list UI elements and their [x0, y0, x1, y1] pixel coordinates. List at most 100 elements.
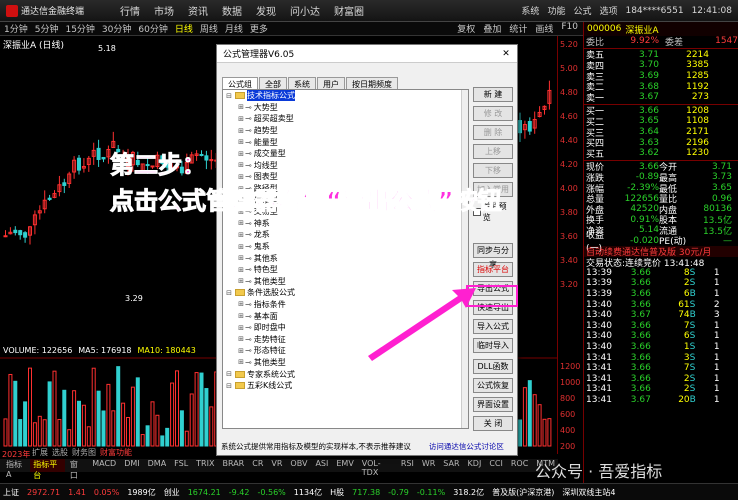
modify-button[interactable]: 修 改	[473, 106, 513, 121]
expand-icon[interactable]: ⊞	[237, 335, 245, 343]
expand-icon[interactable]: ⊟	[225, 382, 233, 390]
menu-item[interactable]: 资讯	[188, 3, 208, 18]
indicator-tab[interactable]: CCI	[486, 459, 506, 472]
expand-icon[interactable]: ⊞	[237, 358, 245, 366]
indicator-tab[interactable]: VR	[268, 459, 285, 472]
indicator-tab[interactable]: SAR	[440, 459, 462, 472]
expand-icon[interactable]: ⊞	[237, 277, 245, 285]
expand-icon[interactable]: ⊞	[237, 173, 245, 181]
indicator-tab[interactable]: CR	[249, 459, 266, 472]
expand-icon[interactable]: ⊞	[237, 243, 245, 251]
forum-link[interactable]: 访问通达信公式讨论区	[429, 441, 504, 452]
close-button[interactable]: 关 闭	[473, 416, 513, 431]
right-menu-item[interactable]: 系统	[521, 4, 539, 17]
period-tab[interactable]: 日线	[175, 22, 193, 35]
sync-share-button[interactable]: 同步与分享	[473, 243, 513, 269]
tree-node[interactable]: ⊞ ⊸ 指标条件	[223, 299, 468, 311]
indicator-tab[interactable]: 指标平台	[30, 459, 65, 480]
right-menu-item[interactable]: 选项	[599, 4, 617, 17]
tool-button[interactable]: 统计	[509, 22, 527, 35]
right-menu-item[interactable]: 功能	[547, 4, 565, 17]
period-tab[interactable]: 周线	[200, 22, 218, 35]
expand-icon[interactable]: ⊞	[237, 103, 245, 111]
menu-item[interactable]: 行情	[120, 3, 140, 18]
sub-tab[interactable]: 财务图	[72, 447, 96, 459]
expand-icon[interactable]: ⊟	[225, 92, 233, 100]
expand-icon[interactable]: ⊞	[237, 266, 245, 274]
indicator-tab[interactable]: DMI	[121, 459, 142, 472]
tree-node[interactable]: ⊞ ⊸ 超买超卖型	[223, 113, 468, 125]
tool-button[interactable]: F10	[561, 22, 578, 35]
expand-icon[interactable]: ⊞	[237, 127, 245, 135]
indicator-tab[interactable]: FSL	[171, 459, 191, 472]
tool-button[interactable]: 画线	[535, 22, 553, 35]
expand-icon[interactable]: ⊞	[237, 219, 245, 227]
expand-icon[interactable]: ⊞	[237, 300, 245, 308]
indicator-tab[interactable]: MACD	[89, 459, 119, 472]
sub-tab[interactable]: 选股	[52, 447, 68, 459]
tool-button[interactable]: 复权	[457, 22, 475, 35]
tree-node[interactable]: ⊞ ⊸ 鬼系	[223, 241, 468, 253]
indicator-platform-button[interactable]: 指标平台	[473, 262, 513, 277]
expand-icon[interactable]: ⊞	[237, 254, 245, 262]
restore-formula-button[interactable]: 公式恢复	[473, 378, 513, 393]
tree-node[interactable]: ⊞ ⊸ 其他类型	[223, 357, 468, 369]
period-tab[interactable]: 月线	[225, 22, 243, 35]
tree-node[interactable]: ⊞ ⊸ 均线型	[223, 160, 468, 172]
ui-settings-button[interactable]: 界面设置	[473, 397, 513, 412]
expand-icon[interactable]: ⊞	[237, 161, 245, 169]
sub-tab[interactable]: 扩展	[32, 447, 48, 459]
tree-node[interactable]: ⊞ ⊸ 即时盘中	[223, 322, 468, 334]
indicator-tab[interactable]: TRIX	[193, 459, 217, 472]
indicator-tab[interactable]: EMV	[333, 459, 356, 472]
expand-icon[interactable]: ⊟	[225, 289, 233, 297]
expand-icon[interactable]: ⊞	[237, 138, 245, 146]
dll-function-button[interactable]: DLL函数	[473, 359, 513, 374]
tree-node[interactable]: ⊞ ⊸ 其他系	[223, 252, 468, 264]
menu-item[interactable]: 发现	[256, 3, 276, 18]
tree-node[interactable]: ⊞ ⊸ 其他类型	[223, 276, 468, 288]
tree-node[interactable]: ⊞ ⊸ 龙系	[223, 229, 468, 241]
tree-scrollbar[interactable]	[461, 90, 468, 428]
tree-node[interactable]: ⊞ ⊸ 神系	[223, 218, 468, 230]
indicator-tab[interactable]: RSI	[398, 459, 417, 472]
temp-import-button[interactable]: 临时导入	[473, 338, 513, 353]
import-formula-button[interactable]: 导入公式	[473, 319, 513, 334]
tree-node[interactable]: ⊟ 五彩K线公式	[223, 380, 468, 392]
move-up-button[interactable]: 上移	[473, 144, 513, 159]
period-tab[interactable]: 15分钟	[65, 22, 94, 35]
expand-icon[interactable]: ⊞	[237, 312, 245, 320]
tree-node[interactable]: ⊞ ⊸ 特色型	[223, 264, 468, 276]
expand-icon[interactable]: ⊞	[237, 347, 245, 355]
indicator-tab[interactable]: BRAR	[219, 459, 247, 472]
expand-icon[interactable]: ⊞	[237, 115, 245, 123]
period-tab[interactable]: 60分钟	[138, 22, 167, 35]
period-tab[interactable]: 1分钟	[4, 22, 28, 35]
indicator-tab[interactable]: 指标A	[3, 459, 28, 479]
expand-icon[interactable]: ⊟	[225, 370, 233, 378]
indicator-tab[interactable]: ASI	[312, 459, 331, 472]
expand-icon[interactable]: ⊞	[237, 231, 245, 239]
period-tab[interactable]: 30分钟	[102, 22, 131, 35]
tool-button[interactable]: 叠加	[483, 22, 501, 35]
tree-node[interactable]: ⊞ ⊸ 基本面	[223, 310, 468, 322]
menu-item[interactable]: 问小达	[290, 3, 320, 18]
indicator-tab[interactable]: DMA	[145, 459, 170, 472]
tree-node[interactable]: ⊟ 专家系统公式	[223, 368, 468, 380]
right-menu-item[interactable]: 公式	[573, 4, 591, 17]
tree-node[interactable]: ⊟ 条件选股公式	[223, 287, 468, 299]
expand-icon[interactable]: ⊞	[237, 150, 245, 158]
indicator-tab[interactable]: KDJ	[465, 459, 485, 472]
tree-node[interactable]: ⊟ 技术指标公式	[223, 90, 468, 102]
period-tab[interactable]: 更多	[250, 22, 268, 35]
expand-icon[interactable]: ⊞	[237, 324, 245, 332]
close-icon[interactable]: ✕	[495, 45, 517, 63]
account-id[interactable]: 184****6551	[625, 6, 683, 16]
delete-button[interactable]: 删 除	[473, 125, 513, 140]
period-tab[interactable]: 5分钟	[35, 22, 59, 35]
sub-tab[interactable]: 财富功能	[100, 447, 132, 459]
menu-item[interactable]: 财富圈	[334, 3, 364, 18]
move-down-button[interactable]: 下移	[473, 163, 513, 178]
indicator-tab[interactable]: 窗口	[67, 459, 87, 480]
indicator-tab[interactable]: VOL-TDX	[359, 459, 396, 477]
